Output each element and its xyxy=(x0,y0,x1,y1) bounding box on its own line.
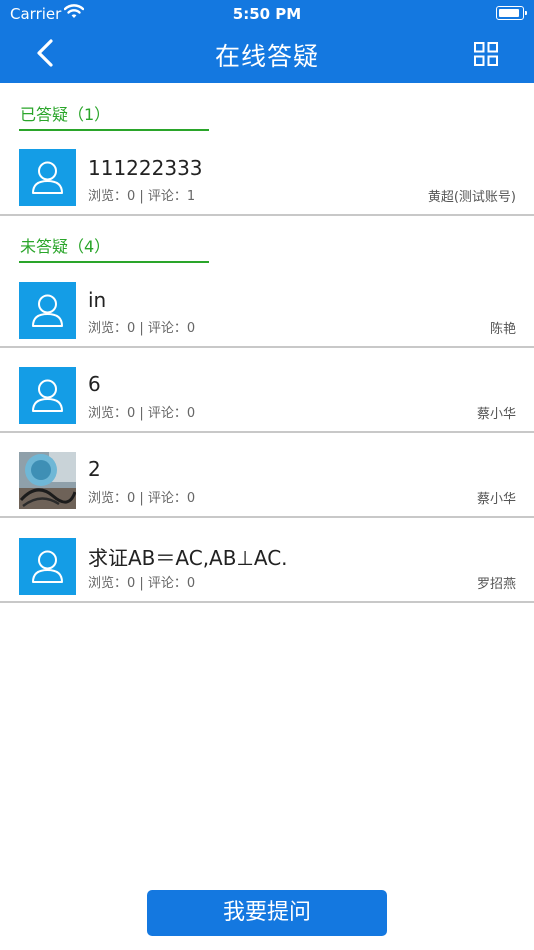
avatar xyxy=(19,282,76,339)
photo-thumbnail xyxy=(19,452,76,509)
default-user-icon xyxy=(32,294,63,327)
default-user-icon xyxy=(32,550,63,583)
avatar xyxy=(19,452,76,509)
question-title: 求证AB＝AC,AB⊥AC. xyxy=(88,546,288,570)
question-item[interactable]: in 浏览：0 | 评论：0 陈艳 xyxy=(0,264,534,348)
question-item[interactable]: 求证AB＝AC,AB⊥AC. 浏览：0 | 评论：0 罗招燕 xyxy=(0,518,534,603)
section-title-unanswered: 未答疑（4） xyxy=(20,237,111,256)
status-time: 5:50 PM xyxy=(232,5,302,23)
section-header-answered: 已答疑（1） xyxy=(19,97,209,131)
question-author: 黄超(测试账号) xyxy=(427,190,516,205)
question-item[interactable]: 111222333 浏览：0 | 评论：1 黄超(测试账号) xyxy=(0,132,534,216)
avatar xyxy=(19,149,76,206)
section-title-answered: 已答疑（1） xyxy=(20,105,111,124)
question-stats: 浏览：0 | 评论：1 xyxy=(88,189,196,204)
question-title: in xyxy=(88,288,107,312)
question-author: 陈艳 xyxy=(489,322,516,337)
question-item[interactable]: 2 浏览：0 | 评论：0 蔡小华 xyxy=(0,433,534,518)
ask-question-button[interactable]: 我要提问 xyxy=(147,890,387,936)
default-user-icon xyxy=(32,379,63,412)
question-item[interactable]: 6 浏览：0 | 评论：0 蔡小华 xyxy=(0,348,534,433)
default-user-icon xyxy=(32,161,63,194)
question-stats: 浏览：0 | 评论：0 xyxy=(88,491,196,506)
question-title: 111222333 xyxy=(88,156,203,180)
status-bar: Carrier 5:50 PM xyxy=(0,0,534,28)
grid-icon xyxy=(474,42,498,66)
question-title: 6 xyxy=(88,372,101,396)
battery-icon xyxy=(496,6,527,20)
question-stats: 浏览：0 | 评论：0 xyxy=(88,406,196,421)
question-stats: 浏览：0 | 评论：0 xyxy=(88,321,196,336)
avatar xyxy=(19,538,76,595)
section-header-unanswered: 未答疑（4） xyxy=(19,229,209,263)
question-title: 2 xyxy=(88,457,101,481)
question-author: 蔡小华 xyxy=(476,407,516,422)
menu-button[interactable] xyxy=(474,42,498,66)
question-author: 蔡小华 xyxy=(476,492,516,507)
avatar xyxy=(19,367,76,424)
question-stats: 浏览：0 | 评论：0 xyxy=(88,576,196,591)
question-author: 罗招燕 xyxy=(476,577,516,592)
page-title: 在线答疑 xyxy=(214,42,319,71)
nav-header: Carrier 5:50 PM 在线答疑 xyxy=(0,0,534,83)
